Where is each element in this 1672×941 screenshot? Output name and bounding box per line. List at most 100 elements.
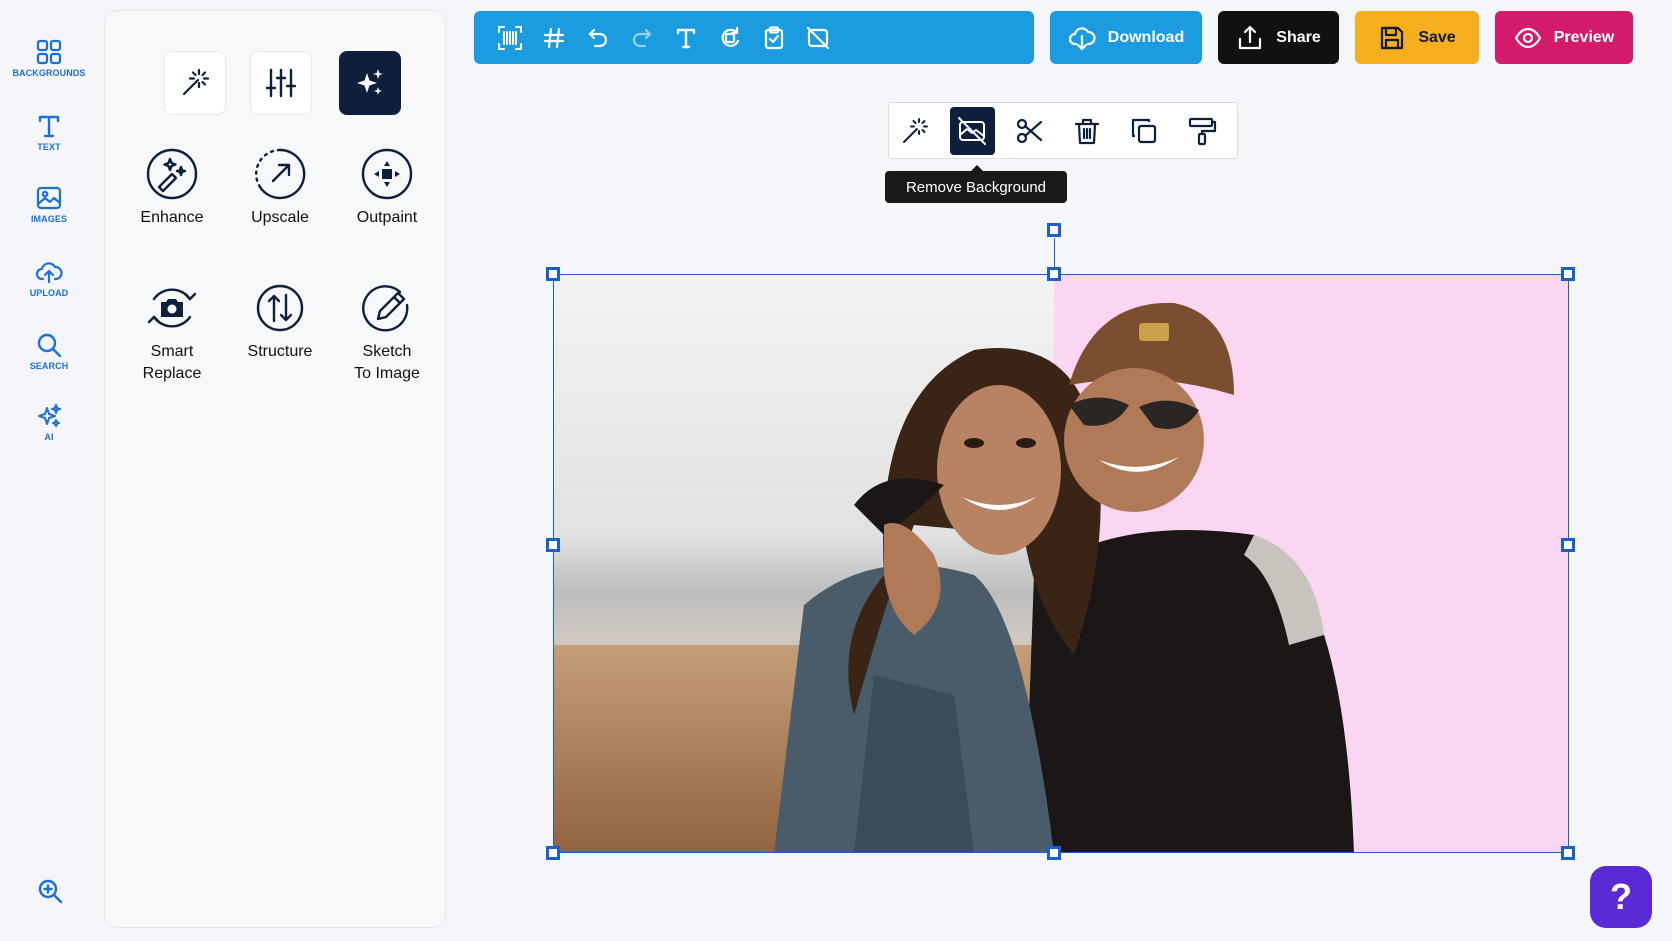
text-icon [38,115,60,138]
rail-item-backgrounds[interactable]: BACKGROUNDS [0,38,98,78]
tool-smart-replace[interactable]: Smart Replace [117,281,227,385]
hide-image-button[interactable] [796,16,840,60]
delete-button[interactable] [1065,107,1109,155]
tab-ai[interactable] [339,51,401,115]
paint-roller-icon [1188,117,1216,145]
text-icon [676,28,696,48]
rail-item-search[interactable]: SEARCH [0,331,98,371]
resize-handle-top[interactable] [1047,267,1061,281]
copy-style-button[interactable] [1180,107,1224,155]
clipboard-icon [764,25,784,49]
tool-structure[interactable]: Structure [225,281,335,363]
left-rail: BACKGROUNDS TEXT IMAGES UPLOAD SEARCH AI [0,0,98,941]
download-button[interactable]: Download [1050,11,1202,64]
rail-item-images[interactable]: IMAGES [0,184,98,224]
tool-outpaint[interactable]: Outpaint [332,147,442,229]
enhance-icon [146,148,198,200]
remove-background-button[interactable] [950,106,995,155]
image-context-toolbar [888,102,1238,159]
resize-handle-left[interactable] [546,538,560,552]
photo-two-women-hugging [554,275,1568,852]
resize-handle-bottom-right[interactable] [1561,846,1575,860]
image-icon [36,186,62,210]
qr-button[interactable] [488,16,532,60]
duplicate-icon [1132,118,1157,143]
rail-label: AI [44,432,54,442]
cloud-upload-icon [35,262,63,284]
no-image-icon [806,26,830,49]
sparkles-icon [357,69,383,95]
clipboard-button[interactable] [752,16,796,60]
resize-handle-bottom-left[interactable] [546,846,560,860]
share-icon [1239,25,1262,49]
help-label: ? [1610,876,1632,917]
preview-label: Preview [1553,28,1615,46]
share-button[interactable]: Share [1218,11,1339,64]
search-icon [37,333,62,358]
tool-label: Smart Replace [142,343,202,382]
preview-button[interactable]: Preview [1495,11,1633,64]
duplicate-button[interactable] [1122,107,1166,155]
tool-label: Upscale [251,209,309,226]
ai-tools-panel: Enhance Upscale Outpaint Smart Replace S… [104,10,446,928]
zoom-button[interactable] [36,877,64,910]
tool-enhance[interactable]: Enhance [117,147,227,229]
tab-adjust[interactable] [250,51,312,115]
rail-item-text[interactable]: TEXT [0,112,98,152]
resize-handle-top-left[interactable] [546,267,560,281]
outpaint-icon [361,148,413,200]
cloud-download-icon [1068,26,1096,50]
eye-icon [1514,27,1541,48]
rail-label: BACKGROUNDS [12,68,86,78]
download-label: Download [1107,28,1185,46]
upscale-icon [255,148,306,200]
redo-button[interactable] [620,16,664,60]
resize-handle-top-right[interactable] [1561,267,1575,281]
grid-button[interactable] [532,16,576,60]
remove-background-icon [958,116,987,145]
rail-label: IMAGES [30,214,68,224]
rail-item-upload[interactable]: UPLOAD [0,258,98,298]
undo-icon [588,28,608,47]
undo-button[interactable] [576,16,620,60]
tool-label: Structure [247,343,313,360]
rail-label: TEXT [37,142,61,152]
tool-label: Sketch To Image [354,343,420,382]
magic-wand-icon [182,68,210,96]
tab-magic[interactable] [164,51,226,115]
pencil-icon [362,285,409,332]
add-text-button[interactable] [664,16,708,60]
grid-hash-icon [543,27,565,48]
save-button[interactable]: Save [1355,11,1479,64]
camera-replace-icon [147,288,197,328]
selected-image[interactable] [553,274,1569,853]
tool-label: Enhance [140,209,204,226]
resize-handle-right[interactable] [1561,538,1575,552]
tool-sketch-to-image[interactable]: Sketch To Image [332,281,442,385]
tool-upscale[interactable]: Upscale [225,147,335,229]
tool-label: Outpaint [356,209,418,226]
help-button[interactable]: ? [1590,866,1652,928]
rail-label: UPLOAD [29,288,69,298]
resize-handle-bottom[interactable] [1047,846,1061,860]
rotate-icon [721,26,740,47]
floppy-disk-icon [1381,26,1404,49]
rail-label: SEARCH [29,361,69,371]
zoom-in-icon [38,879,63,904]
qr-code-icon [498,25,522,50]
grid-icon [36,39,62,65]
redo-icon [632,28,652,47]
save-label: Save [1418,28,1456,46]
scissors-icon [1016,118,1042,143]
rotate-handle[interactable] [1047,223,1061,237]
trash-icon [1075,118,1100,144]
remove-background-tooltip: Remove Background [885,165,1067,203]
rotate-button[interactable] [708,16,752,60]
sliders-icon [265,68,297,98]
share-label: Share [1276,28,1321,46]
rail-item-ai[interactable]: AI [0,402,98,442]
editor-toolbar [474,11,1034,64]
cut-button[interactable] [1008,107,1052,155]
sparkles-icon [38,404,61,427]
auto-enhance-button[interactable] [893,107,937,155]
